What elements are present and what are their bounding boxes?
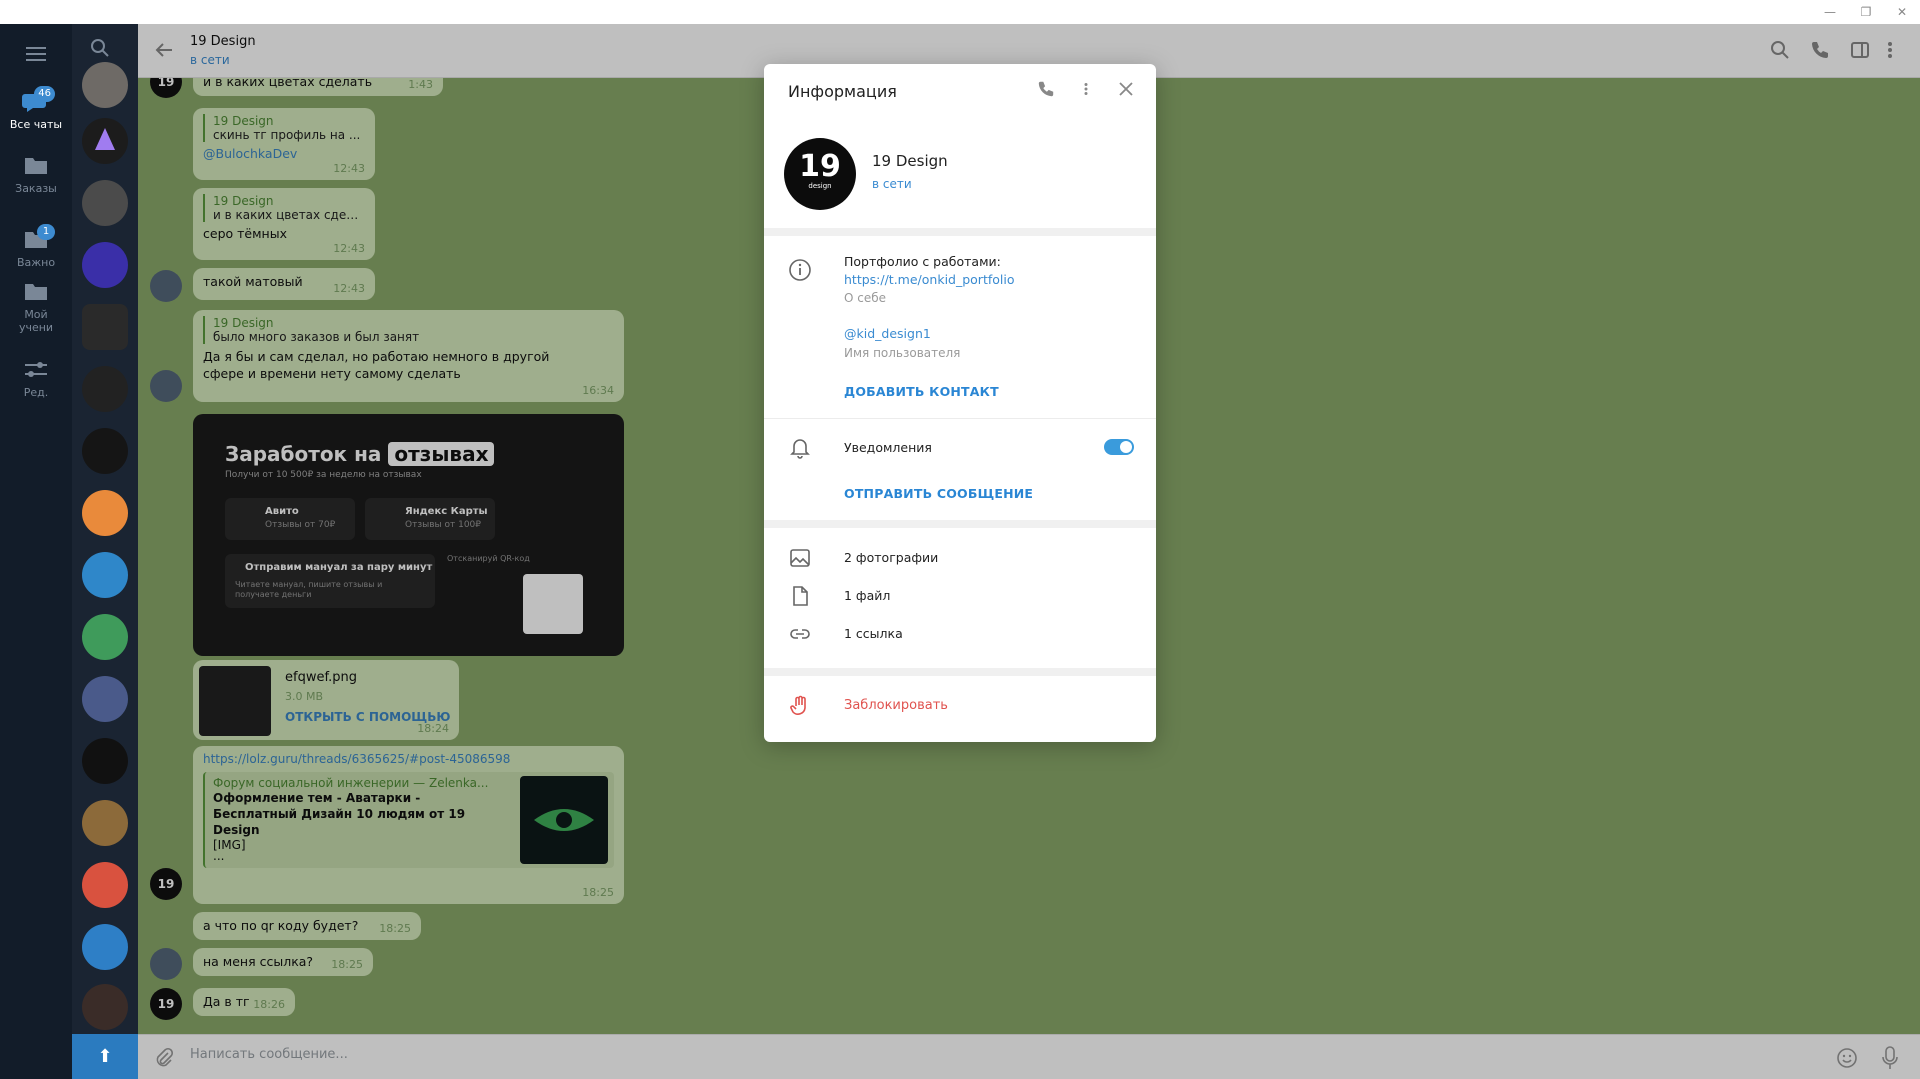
sliders-icon [21,358,51,382]
phone-icon [1038,81,1054,97]
chat-avatar[interactable] [82,800,128,846]
hamburger-menu-button[interactable] [0,32,72,72]
chat-avatar[interactable] [82,738,128,784]
chat-avatar[interactable] [82,862,128,908]
files-count[interactable]: 1 файл [844,588,890,603]
file-icon [788,584,812,608]
search-icon [91,39,109,57]
bio-text: Портфолио с работами: [844,254,1001,269]
info-title: Информация [788,82,897,101]
chat-avatar[interactable] [82,614,128,660]
folder-label: Заказы [15,182,57,195]
chat-avatar[interactable] [82,242,128,288]
folder-label: Ред. [23,386,49,399]
chat-avatar[interactable] [82,304,128,350]
add-contact-button[interactable]: ДОБАВИТЬ КОНТАКТ [844,384,999,399]
info-panel: Информация 19 design 19 Design в сети По… [764,64,1156,742]
unread-badge: 46 [34,86,55,102]
folder-label: Все чаты [9,118,63,131]
info-icon [788,258,812,282]
profile-avatar[interactable]: 19 design [784,138,856,210]
close-window-button[interactable]: ✕ [1882,0,1920,24]
bio-link[interactable]: https://t.me/onkid_portfolio [844,272,1015,287]
chat-avatar[interactable] [82,428,128,474]
photo-icon [788,546,812,570]
folder-label: Важно [16,256,56,269]
restore-button[interactable]: ❐ [1846,0,1886,24]
chat-avatar[interactable] [82,984,128,1030]
link-icon [788,622,812,646]
username-label: Имя пользователя [844,346,961,360]
chats-icon: 46 [21,86,55,114]
folder-edit[interactable]: Ред. [0,350,72,414]
unread-badge: 1 [37,224,55,240]
folders-sidebar: 46 Все чаты Заказы 1 Важно Мой учени Ред… [0,24,72,1079]
links-count[interactable]: 1 ссылка [844,626,903,641]
chat-avatar[interactable] [82,366,128,412]
send-message-button[interactable]: ОТПРАВИТЬ СООБЩЕНИЕ [844,486,1033,501]
chat-avatar[interactable] [82,676,128,722]
folder-icon [21,154,51,178]
minimize-button[interactable]: — [1810,0,1850,24]
window-titlebar: — ❐ ✕ [0,0,1920,24]
divider [764,520,1156,528]
scroll-up-button[interactable]: ⬆ [72,1034,138,1079]
divider [764,228,1156,236]
folder-icon [21,280,51,304]
info-more-button[interactable] [1074,80,1098,104]
block-button[interactable]: Заблокировать [844,698,948,713]
username-link[interactable]: @kid_design1 [844,326,931,341]
folder-orders[interactable]: Заказы [0,146,72,210]
hand-stop-icon [788,694,812,718]
notifications-toggle[interactable] [1104,439,1134,455]
bell-icon [788,435,812,459]
info-close-button[interactable] [1114,80,1138,104]
folder-label: Мой учени [18,308,54,334]
folder-icon: 1 [21,224,55,252]
avatar-text: 19 [799,149,841,184]
arrow-up-icon: ⬆ [97,1046,113,1067]
folder-all-chats[interactable]: 46 Все чаты [0,82,72,146]
divider [764,418,1156,419]
hamburger-icon [26,47,46,61]
chat-avatar[interactable] [82,180,128,226]
avatar-subtext: design [808,182,832,190]
profile-name: 19 Design [872,152,948,170]
chat-avatar[interactable] [82,118,128,164]
chat-list [72,24,138,1034]
more-vertical-icon [1084,83,1088,95]
divider [764,668,1156,676]
notifications-label: Уведомления [844,440,932,455]
info-call-button[interactable] [1034,80,1058,104]
photos-count[interactable]: 2 фотографии [844,550,938,565]
search-button[interactable] [90,38,110,62]
bio-label: О себе [844,291,887,305]
profile-status: в сети [872,177,912,191]
chat-avatar[interactable] [82,552,128,598]
chat-avatar[interactable] [82,924,128,970]
chat-avatar[interactable] [82,62,128,108]
close-icon [1119,82,1133,96]
folder-my-students[interactable]: Мой учени [0,272,72,350]
chat-avatar[interactable] [82,490,128,536]
